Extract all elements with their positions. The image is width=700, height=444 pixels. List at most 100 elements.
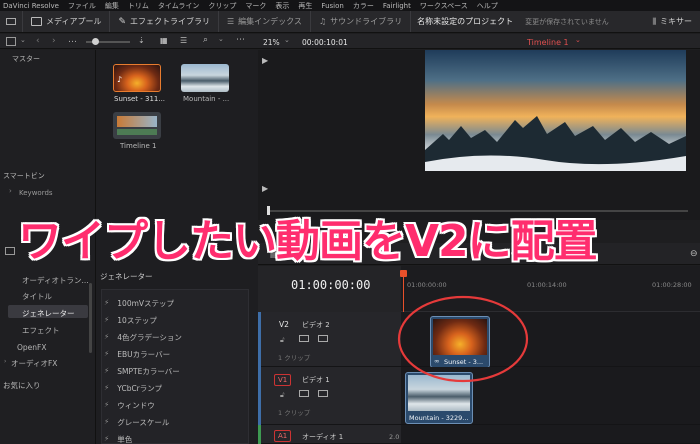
track-name-v1[interactable]: ビデオ 1 [302, 375, 330, 385]
effects-nav-titles[interactable]: タイトル [22, 291, 52, 302]
chevron-down-icon[interactable]: ⌄ [218, 35, 224, 43]
menu-mark[interactable]: マーク [245, 1, 266, 11]
effects-nav-audio-transitions[interactable]: オーディオトラン... [22, 275, 89, 286]
playhead-marker[interactable] [400, 270, 407, 277]
highlight-ellipse [397, 295, 529, 383]
menu-timeline[interactable]: タイムライン [158, 1, 200, 11]
toolbar-layout-button[interactable] [0, 11, 23, 32]
forward-icon[interactable]: › [52, 36, 56, 46]
menu-edit[interactable]: 編集 [105, 1, 119, 11]
smart-bins-header: スマートビン [3, 172, 45, 180]
effects-nav-openfx[interactable]: OpenFX [17, 343, 46, 352]
generator-label: 10ステップ [117, 316, 157, 325]
track-name-v2[interactable]: ビデオ 2 [302, 320, 330, 330]
effects-nav-audio-fx[interactable]: オーディオFX [11, 358, 57, 369]
media-clip-timeline[interactable] [113, 112, 161, 139]
options-icon[interactable]: ⋯ [236, 35, 245, 45]
generator-item[interactable]: ⚡ 10ステップ [104, 315, 157, 326]
generator-icon: ⚡ [104, 417, 110, 426]
menu-help[interactable]: ヘルプ [477, 1, 498, 11]
magic-wand-icon: ✎ [118, 16, 126, 27]
menu-workspace[interactable]: ワークスペース [420, 1, 468, 11]
back-icon[interactable]: ‹ [36, 36, 40, 46]
generator-item[interactable]: ⚡ グレースケール [104, 417, 169, 428]
menu-color[interactable]: カラー [353, 1, 374, 11]
track-visible-icon[interactable] [318, 335, 328, 342]
effects-nav-generators[interactable]: ジェネレーター [22, 308, 75, 319]
track-v2-indicator [258, 312, 261, 367]
auto-select-icon[interactable] [299, 335, 309, 342]
slider-handle[interactable] [92, 38, 99, 45]
previous-frame-icon[interactable]: ▶ [262, 56, 268, 65]
menu-trim[interactable]: トリム [128, 1, 149, 11]
generator-icon: ⚡ [104, 400, 110, 409]
chevron-down-icon[interactable]: ⌄ [20, 36, 26, 44]
menu-view[interactable]: 表示 [275, 1, 289, 11]
generator-item[interactable]: ⚡ 4色グラデーション [104, 332, 182, 343]
panel-toggle-icon[interactable] [6, 37, 16, 46]
effects-nav-effects[interactable]: エフェクト [22, 325, 60, 336]
keywords-bin[interactable]: Keywords [19, 189, 53, 197]
generator-item[interactable]: ⚡ EBUカラーバー [104, 349, 170, 360]
track-id-a1[interactable]: A1 [274, 430, 292, 442]
chevron-down-icon[interactable]: ⌄ [575, 36, 581, 44]
lock-icon[interactable]: 🔓︎ [280, 391, 285, 400]
generator-item[interactable]: ⚡ YCbCrランプ [104, 383, 162, 394]
timeline-clip-label: Mountain - 3229... [409, 414, 469, 422]
next-frame-icon[interactable]: ▶ [262, 184, 268, 193]
generator-item[interactable]: ⚡ ウィンドウ [104, 400, 155, 411]
sound-library-label: サウンドライブラリ [330, 17, 403, 26]
media-clip-label: Mountain - ... [183, 95, 230, 103]
media-pool-button[interactable]: メディアプール [23, 11, 111, 32]
effects-nav-scrollbar[interactable] [89, 283, 92, 353]
more-icon[interactable]: … [68, 35, 77, 45]
save-status: 変更が保存されていません [525, 17, 609, 26]
mixer-icon: ⫼ [652, 16, 656, 26]
generator-icon: ⚡ [104, 332, 110, 341]
generator-label: YCbCrランプ [117, 384, 163, 393]
ruler-tick-label: 01:00:28:00 [652, 281, 692, 289]
menu-fairlight[interactable]: Fairlight [383, 2, 411, 10]
menu-fusion[interactable]: Fusion [321, 2, 343, 10]
lock-icon[interactable]: 🔓︎ [280, 336, 285, 345]
panel-toggle-icon[interactable] [5, 247, 15, 255]
sort-icon[interactable]: ⇣ [138, 36, 145, 45]
generator-item[interactable]: ⚡ SMPTEカラーバー [104, 366, 180, 377]
effects-library-button[interactable]: ✎ エフェクトライブラリ [110, 11, 219, 32]
generator-icon: ⚡ [104, 349, 110, 358]
track-id-v2[interactable]: V2 [279, 320, 289, 329]
generator-label: 100mVステップ [117, 299, 175, 308]
chevron-down-icon[interactable]: ⌄ [284, 36, 290, 44]
generator-item[interactable]: ⚡ 単色 [104, 434, 132, 444]
zoom-out-icon[interactable]: ⊖ [690, 249, 698, 259]
edit-index-button[interactable]: ☰ 編集インデックス [219, 11, 311, 32]
generator-item[interactable]: ⚡ 100mVステップ [104, 298, 174, 309]
menu-app[interactable]: DaVinci Resolve [3, 2, 59, 10]
menu-clip[interactable]: クリップ [208, 1, 236, 11]
effects-library-label: エフェクトライブラリ [130, 17, 210, 26]
mixer-button[interactable]: ⫼ ミキサー [644, 16, 700, 27]
track-clip-count: 1 クリップ [278, 354, 311, 362]
zoom-level[interactable]: 21% [263, 38, 280, 47]
media-clip-mountain[interactable] [181, 64, 229, 92]
grid-view-icon[interactable]: ▦ [160, 36, 168, 45]
chevron-right-icon[interactable]: › [4, 358, 6, 365]
auto-select-icon[interactable] [299, 390, 309, 397]
track-visible-icon[interactable] [318, 390, 328, 397]
generator-label: EBUカラーバー [117, 350, 171, 359]
effects-nav-favorites[interactable]: お気に入り [3, 380, 41, 391]
audio-channel-level: 2.0 [389, 433, 400, 441]
search-icon[interactable]: ⌕ [203, 35, 208, 45]
track-lane-a1[interactable] [401, 425, 700, 444]
track-id-v1[interactable]: V1 [274, 374, 292, 386]
menu-playback[interactable]: 再生 [298, 1, 312, 11]
chevron-right-icon[interactable]: › [9, 187, 12, 195]
menu-file[interactable]: ファイル [68, 1, 96, 11]
timeline-name[interactable]: Timeline 1 [527, 38, 569, 47]
sound-library-button[interactable]: ♫ サウンドライブラリ [311, 11, 412, 32]
menu-bar: DaVinci Resolve ファイル 編集 トリム タイムライン クリップ … [0, 0, 700, 11]
track-name-a1[interactable]: オーディオ 1 [302, 432, 343, 442]
generator-icon: ⚡ [104, 434, 110, 443]
list-view-icon[interactable]: ☰ [180, 36, 187, 45]
master-bin[interactable]: マスター [12, 54, 40, 64]
